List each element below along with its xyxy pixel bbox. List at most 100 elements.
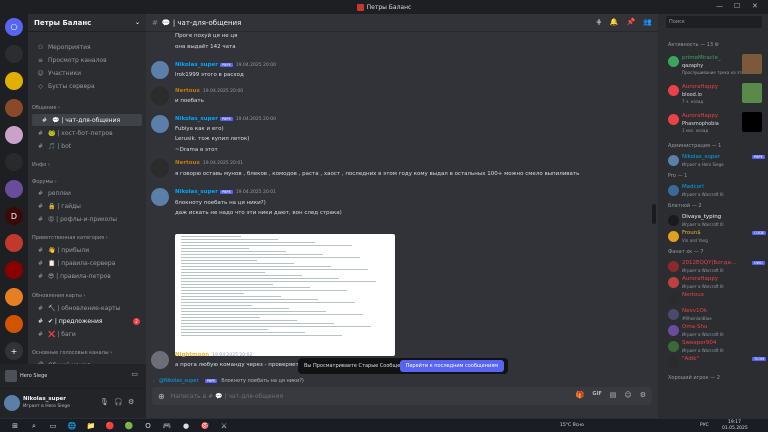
member-item[interactable]: Froun$ CODE Vin and Yang	[668, 229, 767, 245]
pin-icon[interactable]: 📌	[627, 18, 636, 26]
server-icon[interactable]	[5, 180, 23, 198]
channel-item[interactable]: # 😎 | правила-петров	[28, 270, 146, 282]
channel-item[interactable]: ☺ Участники	[28, 67, 146, 79]
channel-item[interactable]: # ❌ | баги	[28, 328, 146, 340]
taskbar-app-icon[interactable]: O	[143, 421, 153, 431]
server-icon[interactable]	[5, 261, 23, 279]
author-name[interactable]: Nikolas_super	[175, 116, 218, 122]
threads-icon[interactable]: ⋕	[596, 18, 602, 26]
server-icon[interactable]	[5, 315, 23, 333]
chevron-down-icon[interactable]: ⌄	[135, 19, 140, 26]
activity-card[interactable]: primeMiracle_ qazaphy Прослушивание трека …	[668, 54, 762, 78]
screen-share-icon[interactable]: ▭	[131, 370, 138, 378]
channel-item[interactable]: # 🔨 | обновление-карты	[28, 302, 146, 314]
channel-item[interactable]: ⚇ Мероприятия	[28, 41, 146, 53]
channel-item[interactable]: ≡ Просмотр каналов	[28, 54, 146, 66]
server-icon[interactable]	[5, 153, 23, 171]
scrollbar[interactable]	[652, 204, 656, 224]
author-name[interactable]: Nikolas_super	[175, 189, 218, 195]
member-item[interactable]: Madcorl Играет в Warcraft III	[668, 183, 764, 199]
channel-category[interactable]: Основные голосовые каналы ›	[28, 347, 146, 359]
server-icon[interactable]	[5, 234, 23, 252]
channel-item[interactable]: # 👋 | прибыли	[28, 244, 146, 256]
activity-card[interactable]: AuroraHappy Phasmophobia 1 нес. назад	[668, 112, 762, 136]
apps-icon[interactable]: ⚙	[640, 391, 646, 399]
taskbar-app-icon[interactable]: ●	[181, 421, 191, 431]
search-input[interactable]: Поиск	[666, 16, 762, 28]
user-avatar[interactable]	[151, 351, 169, 369]
taskbar-app-icon[interactable]: 🟢	[124, 421, 134, 431]
microphone-icon[interactable]: 🎙	[100, 398, 109, 406]
author-name[interactable]: Nightmoon	[175, 352, 209, 358]
notification-bell-icon[interactable]: 🔔	[610, 18, 619, 26]
author-name[interactable]: Nertoux	[175, 160, 200, 166]
maximize-button[interactable]: ☐	[734, 2, 740, 10]
user-avatar[interactable]	[151, 188, 169, 206]
attached-screenshot[interactable]	[175, 234, 395, 356]
headphones-icon[interactable]: 🎧	[114, 398, 123, 406]
user-avatar[interactable]	[151, 115, 169, 133]
channel-item[interactable]: # 🐸 | хост-бот-петров	[28, 127, 146, 139]
activity-card[interactable]: AuroraHappy blood.io 7 ч. назад	[668, 83, 762, 107]
member-item[interactable]: Oma-Shu Играет в Warcraft III	[668, 323, 764, 339]
channel-item[interactable]: ◇ Бусты сервера	[28, 80, 146, 92]
member-item[interactable]: AuroraHappy Играет в Warcraft III	[668, 275, 764, 291]
guild-header[interactable]: Петры Баланс ⌄	[28, 14, 146, 32]
user-avatar[interactable]	[4, 395, 20, 411]
sticker-icon[interactable]: ▤	[610, 391, 617, 399]
language-indicator[interactable]: РУС	[700, 423, 709, 428]
member-item[interactable]: "Adik" TCOM	[668, 355, 767, 371]
member-item[interactable]: Nertoux	[668, 291, 764, 307]
taskbar-app-icon[interactable]: 🎮	[162, 421, 172, 431]
weather-widget[interactable]: 15°C Ясно	[560, 423, 584, 428]
taskbar-app-icon[interactable]: ⊞	[10, 421, 20, 431]
channel-item[interactable]: # 💬 | чат-для-общения	[32, 114, 142, 126]
channel-item[interactable]: # 🎵 | bot	[28, 140, 146, 152]
channel-category[interactable]: Обновления карты ›	[28, 290, 146, 302]
channel-category[interactable]: Инфо ›	[28, 159, 146, 171]
user-avatar[interactable]	[151, 61, 169, 79]
taskbar-app-icon[interactable]: ⌕	[29, 421, 39, 431]
author-name[interactable]: Nertoux	[175, 88, 200, 94]
minimize-button[interactable]: —	[716, 2, 723, 10]
settings-icon[interactable]: ⚙	[128, 398, 134, 406]
message-input[interactable]: Написать в # 💬 | чат-для-общения	[171, 393, 283, 400]
channel-item[interactable]: # 🔒 | гайды	[28, 200, 146, 212]
server-icon[interactable]	[5, 99, 23, 117]
channel-category[interactable]: Общение ›	[28, 102, 146, 114]
emoji-icon[interactable]: ☺	[624, 391, 631, 399]
clock-date[interactable]: 01.05.2025	[722, 426, 748, 431]
member-item[interactable]: Divaya_typing Играет в Warcraft III	[668, 213, 764, 229]
channel-category[interactable]: Приветственная категория ›	[28, 232, 146, 244]
channel-item[interactable]: # реплеи	[28, 187, 146, 199]
server-icon[interactable]	[5, 288, 23, 306]
gif-icon[interactable]: GIF	[592, 391, 601, 399]
close-button[interactable]: ✕	[752, 2, 758, 10]
channel-item[interactable]: # ✔ | предложения 2	[28, 315, 146, 327]
taskbar-app-icon[interactable]: 📁	[86, 421, 96, 431]
channel-item[interactable]: # 📋 | правила-сервера	[28, 257, 146, 269]
gift-icon[interactable]: 🎁	[576, 391, 585, 399]
server-icon[interactable]: ⎔	[5, 18, 23, 36]
server-icon[interactable]: +	[5, 342, 23, 360]
member-item[interactable]: Nevv1Ok #RheinlanBlue	[668, 307, 764, 323]
server-icon[interactable]	[5, 72, 23, 90]
channel-item[interactable]: # 😡 | рофлы-и-приколы	[28, 213, 146, 225]
taskbar-app-icon[interactable]: ▭	[48, 421, 58, 431]
taskbar-app-icon[interactable]: ⚔	[219, 421, 229, 431]
member-list-icon[interactable]: 👥	[643, 18, 652, 26]
server-icon[interactable]	[5, 126, 23, 144]
member-item[interactable]: 2012ЕQQY(Богда... UWU Играет в Warcraft II…	[668, 259, 765, 275]
message-composer[interactable]: ⊕ Написать в # 💬 | чат-для-общения 🎁 GIF…	[152, 387, 652, 405]
taskbar-app-icon[interactable]: 🔴	[105, 421, 115, 431]
taskbar-app-icon[interactable]: 🎯	[200, 421, 210, 431]
clock-time[interactable]: 19:17	[728, 420, 741, 425]
taskbar-app-icon[interactable]: 🌐	[67, 421, 77, 431]
user-avatar[interactable]	[151, 87, 169, 105]
server-icon[interactable]: D	[5, 207, 23, 225]
add-attachment-icon[interactable]: ⊕	[158, 392, 165, 401]
reply-author[interactable]: @Nikolas_super	[159, 378, 199, 384]
member-item[interactable]: Sweeper904 Играет в Warcraft III	[668, 339, 764, 355]
user-avatar[interactable]	[151, 159, 169, 177]
member-item[interactable]: Nikolas_super PBPE Играет в Hero Siege	[668, 153, 765, 169]
